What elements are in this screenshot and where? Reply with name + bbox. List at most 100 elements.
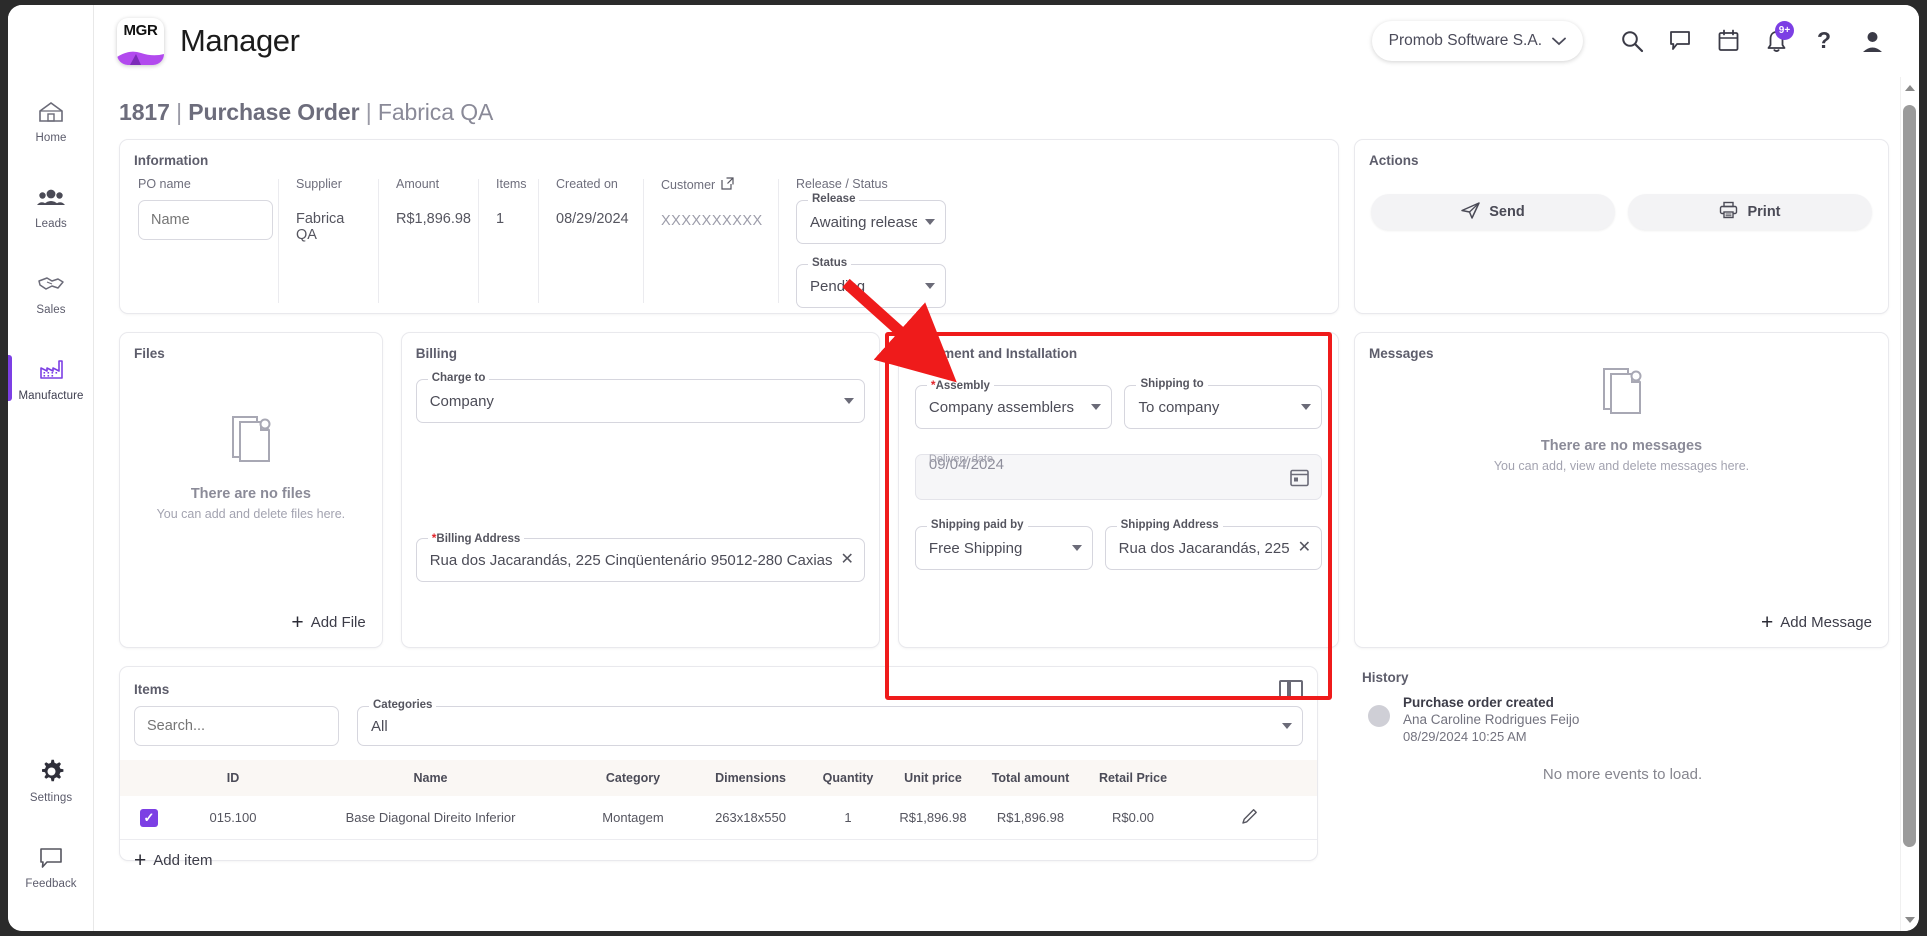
column-header: Name bbox=[288, 760, 573, 796]
column-header: Retail Price bbox=[1083, 760, 1183, 796]
status-label: Status bbox=[808, 257, 852, 269]
clear-billing-address-icon[interactable]: ✕ bbox=[841, 552, 854, 568]
calendar-picker-icon[interactable] bbox=[1290, 468, 1309, 492]
scroll-down-arrow-icon[interactable] bbox=[1905, 917, 1915, 923]
items-table-body: ✓ 015.100 Base Diagonal Direito Inferior… bbox=[120, 796, 1317, 840]
table-row[interactable]: ✓ 015.100 Base Diagonal Direito Inferior… bbox=[120, 796, 1317, 840]
app-logo: MGR bbox=[117, 17, 164, 65]
page-title-sep-1: | bbox=[169, 99, 189, 125]
info-value: 1 bbox=[496, 211, 505, 227]
column-header: Quantity bbox=[808, 760, 888, 796]
page-title-sep-2: | bbox=[359, 99, 378, 125]
sidebar-top-group: Home Leads Sales Manufacture bbox=[8, 77, 94, 421]
add-item-button[interactable]: + Add item bbox=[120, 840, 1317, 871]
scrollbar-thumb[interactable] bbox=[1903, 105, 1916, 847]
sidebar: Home Leads Sales Manufacture Settings Fe… bbox=[8, 5, 94, 931]
sidebar-item-leads[interactable]: Leads bbox=[8, 163, 94, 249]
calendar-icon[interactable] bbox=[1707, 20, 1749, 62]
shipping-to-select[interactable]: Shipping to To company bbox=[1124, 378, 1322, 429]
info-value: R$1,896.98 bbox=[396, 211, 471, 227]
cell-name: Base Diagonal Direito Inferior bbox=[288, 796, 573, 840]
clear-shipping-address-icon[interactable]: ✕ bbox=[1298, 540, 1311, 556]
release-label: Release bbox=[808, 193, 860, 205]
org-selector[interactable]: Promob Software S.A. bbox=[1371, 21, 1583, 61]
send-button[interactable]: Send bbox=[1371, 194, 1615, 230]
shipping-paid-by-label: Shipping paid by bbox=[926, 519, 1028, 531]
add-message-button[interactable]: + Add Message bbox=[1761, 612, 1872, 633]
chevron-down-icon bbox=[1552, 37, 1566, 45]
info-value: Fabrica QA bbox=[296, 211, 345, 243]
files-card: Files There are no files You can add and… bbox=[119, 332, 383, 648]
sidebar-item-manufacture[interactable]: Manufacture bbox=[8, 335, 94, 421]
sidebar-item-home[interactable]: Home bbox=[8, 77, 94, 163]
row-checkbox-cell: ✓ bbox=[120, 796, 178, 840]
items-search-input[interactable] bbox=[134, 706, 339, 746]
chevron-down-icon bbox=[1282, 723, 1292, 729]
panel-toggle-icon[interactable] bbox=[1279, 680, 1303, 698]
external-link-icon[interactable] bbox=[721, 177, 734, 193]
logo-text: MGR bbox=[123, 21, 158, 39]
sidebar-item-label: Leads bbox=[35, 217, 67, 230]
delivery-date-field[interactable]: Delivery date 09/04/2024 bbox=[914, 453, 1322, 500]
information-heading: Information bbox=[134, 153, 209, 168]
messages-empty-state: There are no messages You can add, view … bbox=[1355, 363, 1888, 473]
info-label: Customer bbox=[661, 178, 716, 192]
info-created-on: Created on 08/29/2024 bbox=[538, 177, 643, 307]
edit-pencil-icon[interactable] bbox=[1241, 809, 1259, 828]
chevron-down-icon bbox=[1091, 404, 1102, 410]
cell-category: Montagem bbox=[573, 796, 693, 840]
cell-retail-price: R$0.00 bbox=[1083, 796, 1183, 840]
release-value: Awaiting release bbox=[810, 213, 917, 231]
right-column: Actions Send Print Messages There are no… bbox=[1339, 139, 1897, 931]
vertical-scrollbar[interactable] bbox=[1900, 77, 1917, 931]
add-item-label: Add item bbox=[153, 852, 213, 869]
plus-icon: + bbox=[134, 849, 147, 872]
billing-heading: Billing bbox=[415, 346, 457, 361]
app-title: Manager bbox=[180, 23, 300, 58]
add-file-button[interactable]: + Add File bbox=[291, 612, 365, 633]
items-card: Items Categories All bbox=[119, 666, 1318, 871]
notifications-bell-icon[interactable]: 9+ bbox=[1755, 20, 1797, 62]
profile-avatar-icon[interactable] bbox=[1851, 20, 1893, 62]
shipping-paid-by-select[interactable]: Shipping paid by Free Shipping bbox=[914, 519, 1093, 570]
history-event: Purchase order created Ana Caroline Rodr… bbox=[1362, 695, 1883, 744]
sidebar-item-sales[interactable]: Sales bbox=[8, 249, 94, 335]
sidebar-item-feedback[interactable]: Feedback bbox=[8, 823, 94, 909]
status-select[interactable]: Status Pending bbox=[796, 257, 946, 308]
topbar-actions: Promob Software S.A. 9+ ? bbox=[1371, 20, 1893, 62]
categories-select[interactable]: Categories All bbox=[357, 699, 1303, 746]
categories-label: Categories bbox=[369, 699, 437, 711]
column-header: Unit price bbox=[888, 760, 978, 796]
search-icon[interactable] bbox=[1611, 20, 1653, 62]
files-empty-title: There are no files bbox=[190, 486, 311, 502]
info-items: Items 1 bbox=[478, 177, 538, 307]
release-select[interactable]: Release Awaiting release bbox=[796, 193, 946, 244]
cell-total-amount: R$1,896.98 bbox=[978, 796, 1083, 840]
assembly-select[interactable]: *Assembly Company assemblers bbox=[914, 378, 1113, 429]
charge-to-label: Charge to bbox=[427, 372, 490, 384]
files-empty-sub: You can add and delete files here. bbox=[156, 507, 346, 521]
print-button[interactable]: Print bbox=[1628, 194, 1872, 230]
cell-dimensions: 263x18x550 bbox=[693, 796, 808, 840]
sidebar-item-settings[interactable]: Settings bbox=[8, 737, 94, 823]
handshake-icon bbox=[36, 269, 66, 299]
shipping-address-field[interactable]: Shipping Address Rua dos Jacarandás, 225… bbox=[1104, 519, 1322, 570]
help-icon[interactable]: ? bbox=[1803, 20, 1845, 62]
actions-card: Actions Send Print bbox=[1354, 139, 1889, 314]
po-name-input[interactable] bbox=[138, 200, 273, 240]
charge-to-select[interactable]: Charge to Company bbox=[415, 372, 865, 423]
assembly-label: *Assembly bbox=[926, 378, 994, 392]
scroll-up-arrow-icon[interactable] bbox=[1905, 85, 1915, 91]
billing-address-field[interactable]: *Billing Address Rua dos Jacarandás, 225… bbox=[415, 531, 865, 582]
content-area: Information PO name Supplier Fabrica QA … bbox=[94, 139, 1897, 931]
history-event-time: 08/29/2024 10:25 AM bbox=[1403, 729, 1527, 744]
page-title-id: 1817 bbox=[119, 99, 170, 125]
send-label: Send bbox=[1489, 204, 1525, 220]
shipment-row-1: *Assembly Company assemblers Shipping to… bbox=[914, 378, 1322, 429]
actions-buttons: Send Print bbox=[1355, 168, 1888, 230]
page-title-vendor: Fabrica QA bbox=[377, 99, 494, 125]
chat-icon[interactable] bbox=[1659, 20, 1701, 62]
brand: MGR Manager bbox=[117, 17, 300, 65]
row-checkbox[interactable]: ✓ bbox=[140, 808, 158, 827]
info-label-wrap: Customer bbox=[661, 177, 760, 193]
